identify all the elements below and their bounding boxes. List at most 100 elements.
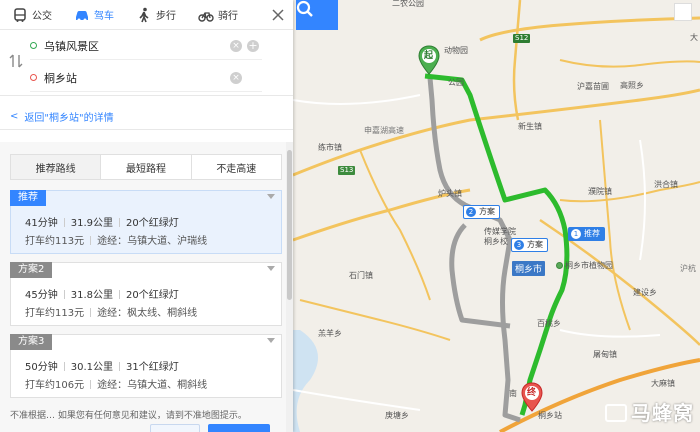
map-label: 桐乡市植物园 bbox=[556, 261, 613, 271]
plan-distance: 31.9公里 bbox=[70, 218, 113, 229]
plan-taxi: 打车约113元 bbox=[25, 308, 85, 319]
map-label: 洪合镇 bbox=[654, 180, 678, 189]
bus-icon bbox=[14, 7, 26, 22]
mode-label: 公交 bbox=[32, 11, 52, 22]
city-label: 桐乡市 bbox=[512, 261, 546, 276]
clear-end-icon[interactable]: × bbox=[230, 72, 242, 84]
map-label: 濮院镇 bbox=[588, 187, 612, 196]
plan-details: 打车约113元 途经：乌镇大道、沪瑞线 bbox=[25, 232, 207, 247]
start-dot-icon bbox=[30, 42, 37, 49]
end-marker-label: 终 bbox=[527, 388, 537, 398]
scrollbar[interactable] bbox=[286, 142, 293, 432]
print-button[interactable] bbox=[150, 424, 200, 432]
map-label: 南 bbox=[509, 389, 517, 398]
map-label: 沪嘉苗圃 bbox=[577, 82, 609, 91]
logo-icon bbox=[605, 404, 627, 422]
plan-via: 途经：乌镇大道、沪瑞线 bbox=[97, 236, 208, 247]
expand-icon[interactable] bbox=[267, 194, 275, 199]
route-tag-label: 方案 bbox=[527, 240, 543, 249]
plans-list: 推荐路线 最短路程 不走高速 推荐 41分钟 31.9公里 20个红绿灯 打车约11… bbox=[0, 142, 293, 432]
map-label: 庚塘乡 bbox=[385, 411, 409, 420]
watermark-logo: 马蜂窝 bbox=[605, 397, 694, 426]
expand-icon[interactable] bbox=[267, 338, 275, 343]
search-icon bbox=[296, 0, 313, 17]
map-label-text: 桐乡市植物园 bbox=[565, 261, 613, 270]
plan-card[interactable]: 方案2 45分钟 31.8公里 20个红绿灯 打车约113元 途经：枫太线、桐斜线 bbox=[10, 262, 282, 326]
travel-mode-bar: 公交 驾车 步行 骑行 bbox=[0, 0, 293, 30]
plan-distance: 30.1公里 bbox=[70, 362, 113, 373]
map-label: 建设乡 bbox=[633, 288, 657, 297]
mode-walk[interactable]: 步行 bbox=[124, 0, 186, 30]
close-button[interactable] bbox=[263, 0, 293, 30]
map-label: 石门镇 bbox=[349, 271, 373, 280]
end-field[interactable]: 桐乡站 × bbox=[30, 64, 262, 92]
map-label: 公园 bbox=[448, 78, 464, 87]
plan-summary: 50分钟 30.1公里 31个红绿灯 bbox=[25, 358, 179, 373]
plan-badge: 推荐 bbox=[10, 190, 46, 206]
mode-bus[interactable]: 公交 bbox=[0, 0, 62, 30]
plan-summary: 45分钟 31.8公里 20个红绿灯 bbox=[25, 286, 179, 301]
plan-card[interactable]: 推荐 41分钟 31.9公里 20个红绿灯 打车约113元 途经：乌镇大道、沪瑞线 bbox=[10, 190, 282, 254]
map-label: 桐乡站 bbox=[538, 411, 562, 420]
map-label: 沪杭 bbox=[680, 264, 696, 273]
back-link-label: 返回"桐乡站"的详情 bbox=[24, 113, 114, 124]
plan-via: 途经：乌镇大道、桐斜线 bbox=[97, 380, 208, 391]
car-icon bbox=[76, 10, 88, 21]
map-search-button[interactable] bbox=[296, 0, 338, 30]
map-label: 大麻镇 bbox=[651, 379, 675, 388]
start-field[interactable]: 乌镇风景区 × + bbox=[30, 32, 262, 60]
scrollbar-thumb[interactable] bbox=[287, 150, 292, 300]
clear-start-icon[interactable]: × bbox=[230, 40, 242, 52]
tab-no-highway[interactable]: 不走高速 bbox=[192, 155, 281, 179]
mode-label: 驾车 bbox=[94, 11, 114, 22]
start-value: 乌镇风景区 bbox=[44, 39, 99, 53]
plan-time: 41分钟 bbox=[25, 218, 58, 229]
route-inputs: 乌镇风景区 × + 桐乡站 × bbox=[0, 30, 293, 96]
plan-details: 打车约113元 途经：枫太线、桐斜线 bbox=[25, 304, 197, 319]
map-label: 羔羊乡 bbox=[318, 329, 342, 338]
map-label: 桐乡校 bbox=[484, 237, 508, 246]
plan-lights: 20个红绿灯 bbox=[126, 218, 179, 229]
plan-lights: 20个红绿灯 bbox=[126, 290, 179, 301]
map-label: 传媒学院 bbox=[484, 227, 516, 236]
tab-shortest[interactable]: 最短路程 bbox=[101, 155, 192, 179]
map-label: 屠甸镇 bbox=[593, 350, 617, 359]
highway-shield: S13 bbox=[338, 166, 356, 175]
close-icon bbox=[272, 9, 284, 21]
swap-icon[interactable] bbox=[8, 53, 24, 69]
route-tag-label: 推荐 bbox=[584, 229, 600, 238]
map-layer-button[interactable] bbox=[674, 3, 692, 21]
chevron-left-icon: < bbox=[10, 111, 19, 122]
plan-time: 50分钟 bbox=[25, 362, 58, 373]
expand-icon[interactable] bbox=[267, 266, 275, 271]
plan-distance: 31.8公里 bbox=[70, 290, 113, 301]
map-label: 百桃乡 bbox=[537, 319, 561, 328]
add-waypoint-icon[interactable]: + bbox=[247, 40, 259, 52]
plan-summary: 41分钟 31.9公里 20个红绿灯 bbox=[25, 214, 179, 229]
plan-lights: 31个红绿灯 bbox=[126, 362, 179, 373]
tab-recommended[interactable]: 推荐路线 bbox=[11, 155, 102, 179]
mode-label: 骑行 bbox=[218, 11, 238, 22]
mode-drive[interactable]: 驾车 bbox=[62, 0, 124, 30]
route-tag-number: 3 bbox=[514, 240, 524, 250]
end-value: 桐乡站 bbox=[44, 71, 77, 85]
bike-icon bbox=[198, 11, 214, 22]
plan-taxi: 打车约106元 bbox=[25, 380, 85, 391]
plan-details: 打车约106元 途经：乌镇大道、桐斜线 bbox=[25, 376, 207, 391]
route-tag-2[interactable]: 2 方案 bbox=[463, 205, 500, 219]
plan-card[interactable]: 方案3 50分钟 30.1公里 31个红绿灯 打车约106元 途经：乌镇大道、桐斜线 bbox=[10, 334, 282, 398]
map-label: 练市镇 bbox=[318, 143, 342, 152]
route-tag-number: 2 bbox=[466, 207, 476, 217]
route-tag-3[interactable]: 3 方案 bbox=[511, 238, 548, 252]
mode-bike[interactable]: 骑行 bbox=[186, 0, 248, 30]
plan-time: 45分钟 bbox=[25, 290, 58, 301]
route-preference-tabs: 推荐路线 最短路程 不走高速 bbox=[10, 154, 282, 180]
plan-badge: 方案3 bbox=[10, 334, 53, 350]
map-label: 申嘉湖高速 bbox=[364, 126, 404, 135]
route-panel: 公交 驾车 步行 骑行 乌镇风景区 × + 桐乡站 × < 返回"桐乡站"的详情… bbox=[0, 0, 293, 432]
route-tag-number: 1 bbox=[571, 229, 581, 239]
send-to-phone-button[interactable] bbox=[208, 424, 270, 432]
back-to-detail-link[interactable]: < 返回"桐乡站"的详情 bbox=[0, 104, 293, 130]
start-marker-label: 起 bbox=[424, 51, 434, 61]
route-tag-1[interactable]: 1 推荐 bbox=[568, 227, 605, 241]
